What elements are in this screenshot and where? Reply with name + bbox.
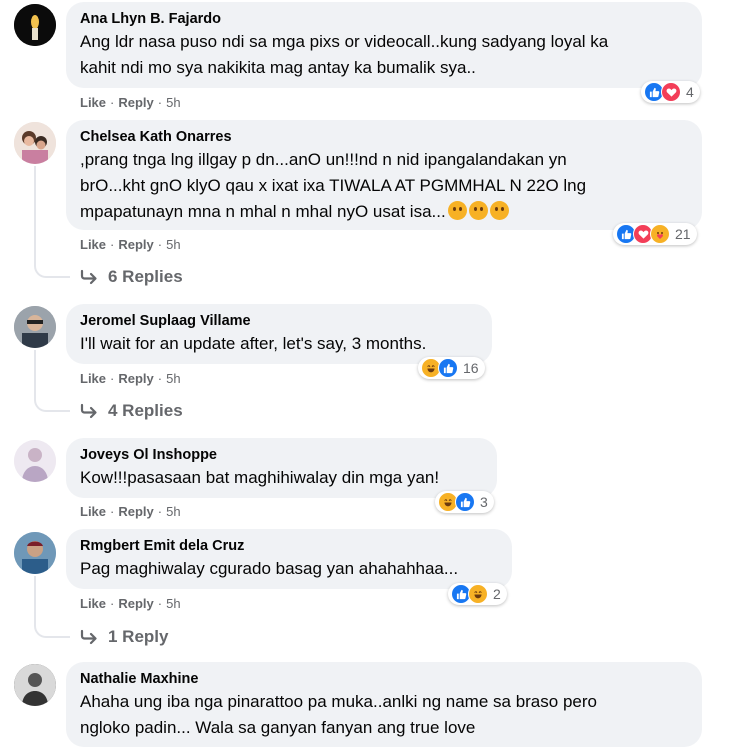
separator: · bbox=[110, 237, 115, 252]
comment-timestamp[interactable]: 5h bbox=[166, 504, 180, 519]
reply-thread-line bbox=[34, 166, 70, 278]
comment-bubble: Jeromel Suplaag Villame I'll wait for an… bbox=[66, 304, 492, 364]
avatar[interactable] bbox=[14, 664, 56, 706]
like-button[interactable]: Like bbox=[80, 504, 106, 519]
separator: · bbox=[157, 237, 163, 252]
comment-line: kahit ndi mo sya nakikita mag antay ka b… bbox=[80, 58, 476, 77]
comment-text: Pag maghiwalay cgurado basag yan ahahahh… bbox=[80, 556, 498, 582]
comment-actions: Like · Reply · 5h bbox=[80, 371, 181, 386]
avatar[interactable] bbox=[14, 440, 56, 482]
comment-line: Ahaha ung iba nga pinarattoo pa muka..an… bbox=[80, 692, 597, 711]
reply-arrow-icon bbox=[80, 269, 97, 285]
comment-actions: Like · Reply · 5h bbox=[80, 596, 181, 611]
haha-icon bbox=[468, 584, 488, 604]
comment-actions: Like · Reply · 5h bbox=[80, 237, 181, 252]
reply-arrow-icon bbox=[80, 403, 97, 419]
comment-line: Ang ldr nasa puso ndi sa mga pixs or vid… bbox=[80, 32, 609, 51]
comment-line: ,prang tnga lng illgay p dn...anO un!!!n… bbox=[80, 150, 567, 169]
comment-text: Ahaha ung iba nga pinarattoo pa muka..an… bbox=[80, 689, 688, 741]
reactions-summary[interactable]: 16 bbox=[418, 357, 485, 379]
like-button[interactable]: Like bbox=[80, 371, 106, 386]
comment-bubble: Ana Lhyn B. Fajardo Ang ldr nasa puso nd… bbox=[66, 2, 702, 88]
avatar[interactable] bbox=[14, 532, 56, 574]
like-button[interactable]: Like bbox=[80, 596, 106, 611]
avatar[interactable] bbox=[14, 306, 56, 348]
smiling-face-emoji bbox=[489, 201, 509, 220]
reply-button[interactable]: Reply bbox=[118, 504, 153, 519]
reactions-summary[interactable]: 4 bbox=[641, 81, 700, 103]
comment-author[interactable]: Chelsea Kath Onarres bbox=[80, 128, 688, 147]
comment-bubble: Chelsea Kath Onarres ,prang tnga lng ill… bbox=[66, 120, 702, 230]
smiling-face-emoji bbox=[468, 201, 488, 220]
view-replies-button[interactable]: 1 Reply bbox=[80, 627, 168, 647]
care-icon bbox=[650, 224, 670, 244]
reactions-summary[interactable]: 21 bbox=[613, 223, 697, 245]
comment-timestamp[interactable]: 5h bbox=[166, 371, 180, 386]
replies-count-label: 6 Replies bbox=[108, 267, 183, 286]
separator: · bbox=[110, 504, 115, 519]
reply-button[interactable]: Reply bbox=[118, 237, 153, 252]
comment-author[interactable]: Rmgbert Emit dela Cruz bbox=[80, 537, 498, 556]
like-button[interactable]: Like bbox=[80, 95, 106, 110]
comment-timestamp[interactable]: 5h bbox=[166, 596, 180, 611]
comment-author[interactable]: Jeromel Suplaag Villame bbox=[80, 312, 478, 331]
love-icon bbox=[661, 82, 681, 102]
reply-button[interactable]: Reply bbox=[118, 596, 153, 611]
reply-button[interactable]: Reply bbox=[118, 95, 153, 110]
comment-line: Pag maghiwalay cgurado basag yan ahahahh… bbox=[80, 559, 459, 578]
comment-line: Kow!!!pasasaan bat maghihiwalay din mga … bbox=[80, 468, 440, 487]
reaction-count: 2 bbox=[493, 586, 501, 602]
comment-actions: Like · Reply · 5h bbox=[80, 504, 181, 519]
separator: · bbox=[157, 95, 163, 110]
replies-count-label: 4 Replies bbox=[108, 401, 183, 420]
avatar[interactable] bbox=[14, 122, 56, 164]
comment-line: mpapatunayn mna n mhal n mhal nyO usat i… bbox=[80, 202, 446, 221]
comment-text: Kow!!!pasasaan bat maghihiwalay din mga … bbox=[80, 465, 483, 491]
comment-bubble: Rmgbert Emit dela Cruz Pag maghiwalay cg… bbox=[66, 529, 512, 589]
comment-line: ngloko padin... Wala sa ganyan fanyan an… bbox=[80, 718, 476, 737]
like-icon bbox=[438, 358, 458, 378]
comment-bubble: Joveys Ol Inshoppe Kow!!!pasasaan bat ma… bbox=[66, 438, 497, 498]
comment-line: I'll wait for an update after, let's say… bbox=[80, 334, 427, 353]
view-replies-button[interactable]: 4 Replies bbox=[80, 401, 183, 421]
separator: · bbox=[157, 596, 163, 611]
comment-author[interactable]: Joveys Ol Inshoppe bbox=[80, 446, 483, 465]
like-icon bbox=[455, 492, 475, 512]
comment-text: I'll wait for an update after, let's say… bbox=[80, 331, 478, 357]
reactions-summary[interactable]: 2 bbox=[448, 583, 507, 605]
reply-arrow-icon bbox=[80, 629, 97, 645]
reaction-count: 21 bbox=[675, 226, 691, 242]
reply-thread-line bbox=[34, 350, 70, 412]
comment-bubble: Nathalie Maxhine Ahaha ung iba nga pinar… bbox=[66, 662, 702, 747]
comment-actions: Like · Reply · 5h bbox=[80, 95, 181, 110]
reply-thread-line bbox=[34, 576, 70, 638]
separator: · bbox=[110, 371, 115, 386]
comment-line: brO...kht gnO klyO qau x ixat ixa TIWALA… bbox=[80, 176, 587, 195]
avatar[interactable] bbox=[14, 4, 56, 46]
reaction-count: 3 bbox=[480, 494, 488, 510]
separator: · bbox=[110, 95, 115, 110]
reaction-count: 16 bbox=[463, 360, 479, 376]
comment-text: ,prang tnga lng illgay p dn...anO un!!!n… bbox=[80, 147, 688, 225]
reaction-count: 4 bbox=[686, 84, 694, 100]
comment-timestamp[interactable]: 5h bbox=[166, 237, 180, 252]
comment-timestamp[interactable]: 5h bbox=[166, 95, 180, 110]
separator: · bbox=[110, 596, 115, 611]
separator: · bbox=[157, 504, 163, 519]
separator: · bbox=[157, 371, 163, 386]
replies-count-label: 1 Reply bbox=[108, 627, 169, 646]
reply-button[interactable]: Reply bbox=[118, 371, 153, 386]
reactions-summary[interactable]: 3 bbox=[435, 491, 494, 513]
comment-author[interactable]: Nathalie Maxhine bbox=[80, 670, 688, 689]
like-button[interactable]: Like bbox=[80, 237, 106, 252]
comment-author[interactable]: Ana Lhyn B. Fajardo bbox=[80, 10, 688, 29]
view-replies-button[interactable]: 6 Replies bbox=[80, 267, 183, 287]
comment-text: Ang ldr nasa puso ndi sa mga pixs or vid… bbox=[80, 29, 688, 81]
smiling-face-emoji bbox=[447, 201, 467, 220]
